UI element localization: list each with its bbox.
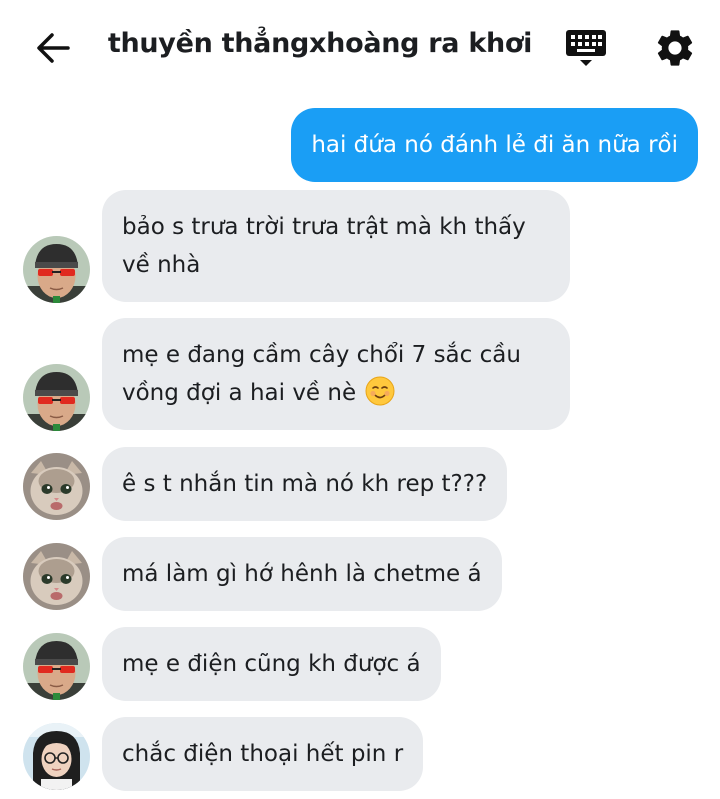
message-bubble-incoming[interactable]: mẹ e điện cũng kh được á [102, 627, 441, 701]
chat-header: thuyền thẳngxhoàng ra khơi [0, 0, 720, 100]
avatar-glasses-girl-image [23, 723, 90, 790]
chat-title: thuyền thẳngxhoàng ra khơi [107, 28, 533, 59]
avatar-red-glasses-user[interactable] [23, 633, 90, 700]
avatar-red-glasses-image [23, 236, 90, 303]
message-bubble-incoming[interactable]: ê s t nhắn tin mà nó kh rep t??? [102, 447, 508, 521]
keyboard-button[interactable] [562, 24, 610, 72]
avatar-red-glasses-user[interactable] [23, 364, 90, 431]
message-bubble-outgoing[interactable]: hai đứa nó đánh lẻ đi ăn nữa rồi [291, 108, 698, 182]
avatar-cat-image [23, 453, 90, 520]
back-button[interactable] [30, 26, 74, 70]
avatar-red-glasses-image [23, 364, 90, 431]
avatar-red-glasses-image [23, 633, 90, 700]
arrow-left-icon [37, 33, 70, 63]
avatar-cat-user[interactable] [23, 453, 90, 520]
message-bubble-incoming[interactable]: chắc điện thoại hết pin r [102, 717, 424, 791]
message-text: mẹ e điện cũng kh được á [122, 651, 421, 677]
avatar-glasses-girl-user[interactable] [23, 723, 90, 790]
keyboard-icon [566, 30, 606, 66]
avatar-cat-user[interactable] [23, 543, 90, 610]
message-text: mẹ e đang cầm cây chổi 7 sắc cầu vồng đợ… [122, 342, 521, 406]
smiling-face-icon [365, 376, 395, 406]
message-bubble-incoming[interactable]: má làm gì hớ hênh là chetme á [102, 537, 502, 611]
message-text: bảo s trưa trời trưa trật mà kh thấy về … [122, 214, 526, 278]
settings-button[interactable] [653, 26, 697, 70]
message-text: má làm gì hớ hênh là chetme á [122, 561, 482, 587]
message-bubble-incoming[interactable]: bảo s trưa trời trưa trật mà kh thấy về … [102, 190, 570, 302]
avatar-red-glasses-user[interactable] [23, 236, 90, 303]
message-text: hai đứa nó đánh lẻ đi ăn nữa rồi [311, 132, 678, 158]
avatar-cat-image [23, 543, 90, 610]
message-text: ê s t nhắn tin mà nó kh rep t??? [122, 471, 488, 497]
message-text: chắc điện thoại hết pin r [122, 741, 404, 767]
gear-icon [657, 30, 693, 66]
message-bubble-incoming[interactable]: mẹ e đang cầm cây chổi 7 sắc cầu vồng đợ… [102, 318, 570, 430]
